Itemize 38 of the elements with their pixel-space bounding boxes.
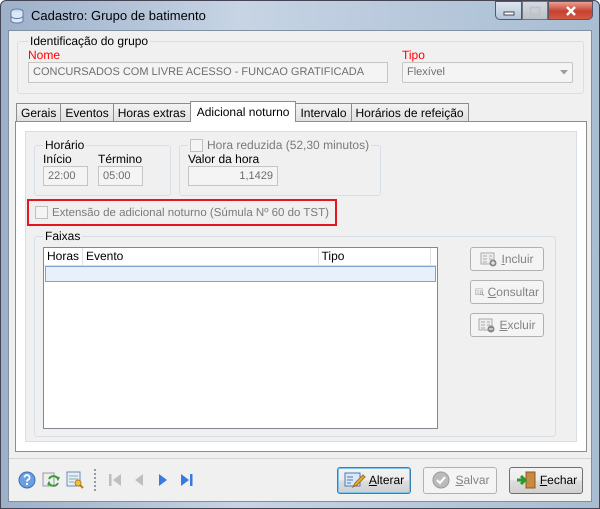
remove-record-icon bbox=[478, 317, 496, 333]
checkbox-label: Hora reduzida (52,30 minutos) bbox=[207, 138, 370, 152]
edit-icon bbox=[344, 470, 366, 490]
exit-door-icon bbox=[514, 470, 537, 490]
field-label: Tipo bbox=[402, 48, 426, 62]
time-field[interactable]: 05:00 bbox=[98, 166, 143, 186]
close-icon bbox=[564, 6, 576, 16]
search-icon[interactable] bbox=[65, 470, 85, 490]
field-label: Valor da hora bbox=[188, 152, 260, 166]
help-icon[interactable] bbox=[17, 470, 37, 490]
add-record-icon bbox=[480, 251, 498, 267]
window-title: Cadastro: Grupo de batimento bbox=[31, 8, 206, 23]
tab[interactable]: Eventos bbox=[60, 103, 114, 121]
group-title: Horário bbox=[44, 138, 86, 152]
field-label: Nome bbox=[28, 48, 62, 62]
tab[interactable]: Horas extras bbox=[112, 103, 191, 121]
minimize-button[interactable] bbox=[495, 1, 522, 20]
field-label: Término bbox=[98, 152, 143, 166]
checkbox-label: Extensão de adicional noturno (Súmula Nº 60 do TST) bbox=[52, 206, 329, 218]
caret-icon bbox=[560, 70, 568, 75]
empty-row[interactable] bbox=[45, 266, 436, 282]
close-button[interactable]: Fechar bbox=[509, 466, 583, 494]
checkmark-icon bbox=[430, 470, 452, 490]
column-header[interactable]: Horas bbox=[44, 248, 83, 265]
database-icon bbox=[9, 8, 25, 24]
column-header[interactable]: Evento bbox=[83, 248, 319, 265]
field-label: Início bbox=[43, 152, 73, 166]
close-button[interactable] bbox=[548, 1, 593, 20]
tab[interactable]: Adicional noturno bbox=[190, 101, 296, 122]
refresh-icon[interactable] bbox=[41, 470, 61, 490]
edit-button[interactable]: Alterar bbox=[337, 466, 411, 494]
tab[interactable]: Gerais bbox=[16, 103, 62, 121]
group-title: Identificação do grupo bbox=[29, 34, 150, 48]
tab[interactable]: Horários de refeição bbox=[350, 103, 469, 121]
tab[interactable]: Intervalo bbox=[295, 103, 352, 121]
group-title: Faixas bbox=[44, 229, 82, 243]
time-field[interactable]: 22:00 bbox=[43, 166, 88, 186]
column-header[interactable]: Tipo bbox=[318, 248, 431, 265]
